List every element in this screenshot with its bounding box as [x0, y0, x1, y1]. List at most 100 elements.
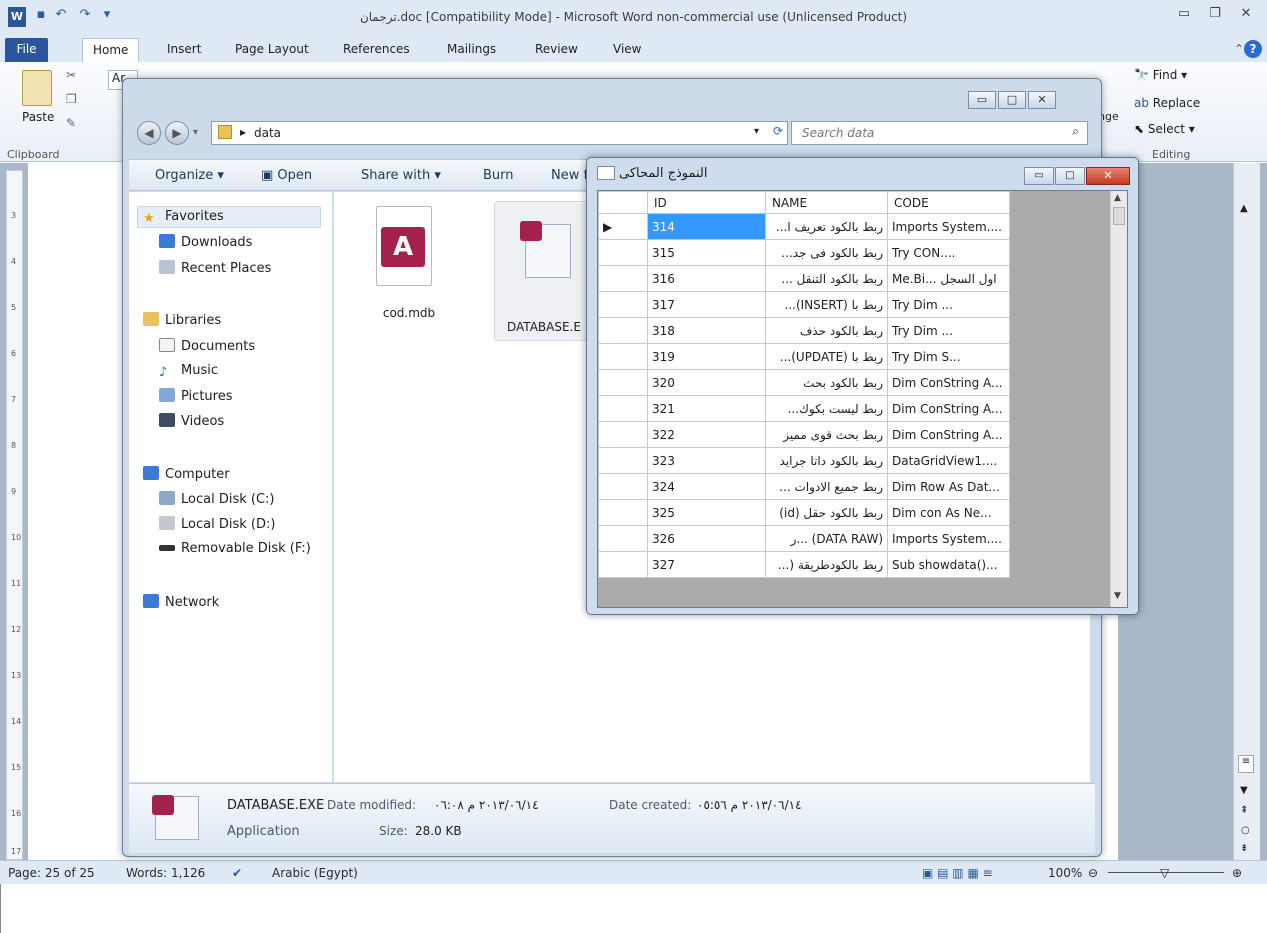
cell-code[interactable]: Imports System.... [887, 525, 1010, 552]
cell-name[interactable]: ربط بالكود التنقل ... [765, 265, 888, 292]
zoom-in-icon[interactable]: ⊕ [1232, 866, 1242, 880]
address-dropdown-icon[interactable]: ▾ [754, 126, 759, 137]
table-row[interactable]: 317 ربط با (INSERT)... Try Dim ... [598, 291, 1010, 318]
row-header[interactable] [598, 369, 648, 396]
grid-scrollbar[interactable]: ▲ ▼ [1110, 191, 1127, 607]
row-header[interactable] [598, 395, 648, 422]
replace-button[interactable]: ab Replace [1134, 96, 1200, 110]
cell-code[interactable]: Dim ConString A... [887, 369, 1010, 396]
cell-code[interactable]: Dim ConString A... [887, 395, 1010, 422]
nav-videos[interactable]: Videos [159, 413, 224, 429]
cell-code[interactable]: Sub showdata()... [887, 551, 1010, 578]
row-header[interactable] [598, 265, 648, 292]
data-grid[interactable]: ID NAME CODE ▶ 314 ربط بالكود تعريف ا... Im… [597, 190, 1128, 608]
new-folder-button[interactable]: New f [551, 168, 588, 183]
cell-code[interactable]: Dim Row As Dat... [887, 473, 1010, 500]
file-item-selected[interactable]: DATABASE.E [494, 201, 594, 341]
cell-code[interactable]: Me.Bi... اول السجل [887, 265, 1010, 292]
nav-libraries[interactable]: Libraries [143, 312, 221, 328]
nav-disk-c[interactable]: Local Disk (C:) [159, 491, 274, 507]
scroll-down-icon[interactable]: ▼ [1240, 785, 1248, 796]
cell-id[interactable]: 323 [647, 447, 766, 474]
organize-button[interactable]: Organize ▾ [155, 168, 224, 183]
paste-button[interactable]: Paste [22, 110, 54, 124]
zoom-level[interactable]: 100% [1048, 866, 1082, 880]
row-header-current-icon[interactable]: ▶ [598, 213, 648, 240]
table-row[interactable]: 324 ربط جميع الادوات ... Dim Row As Dat... [598, 473, 1010, 500]
cell-name[interactable]: ربط بالكود بحث [765, 369, 888, 396]
nav-documents[interactable]: Documents [159, 338, 255, 354]
cell-name[interactable]: ربط با (UPDATE)... [765, 343, 888, 370]
cell-id[interactable]: 326 [647, 525, 766, 552]
cell-name[interactable]: ربط با (INSERT)... [765, 291, 888, 318]
nav-pictures[interactable]: Pictures [159, 388, 232, 404]
next-page-icon[interactable]: ⇟ [1240, 843, 1248, 854]
cell-id[interactable]: 321 [647, 395, 766, 422]
row-header[interactable] [598, 551, 648, 578]
row-header[interactable] [598, 291, 648, 318]
grid-scroll-thumb[interactable] [1113, 207, 1125, 225]
table-row[interactable]: 325 ربط بالكود حقل (id) Dim con As Ne... [598, 499, 1010, 526]
table-row[interactable]: 319 ربط با (UPDATE)... Try Dim S... [598, 343, 1010, 370]
file-item[interactable]: A cod.mdb [364, 206, 440, 320]
table-row[interactable]: ▶ 314 ربط بالكود تعريف ا... Imports System.… [598, 213, 1010, 240]
tab-page-layout[interactable]: Page Layout [225, 38, 319, 62]
tab-file[interactable]: File [5, 38, 48, 62]
cell-name[interactable]: ربط جميع الادوات ... [765, 473, 888, 500]
burn-button[interactable]: Burn [483, 168, 514, 183]
page-count[interactable]: Page: 25 of 25 [8, 866, 95, 880]
zoom-out-icon[interactable]: ⊖ [1088, 866, 1098, 880]
nav-favorites[interactable]: ★ Favorites [143, 209, 224, 226]
word-count[interactable]: Words: 1,126 [126, 866, 205, 880]
row-header[interactable] [598, 473, 648, 500]
cell-code[interactable]: Dim con As Ne... [887, 499, 1010, 526]
breadcrumb[interactable]: data [254, 126, 281, 140]
cell-id[interactable]: 320 [647, 369, 766, 396]
nav-disk-f[interactable]: Removable Disk (F:) [159, 541, 311, 556]
table-row[interactable]: 318 ربط بالكود حذف Try Dim ... [598, 317, 1010, 344]
browse-object-icon[interactable]: ○ [1241, 825, 1250, 836]
nav-computer[interactable]: Computer [143, 466, 230, 482]
cell-code[interactable]: Try Dim ... [887, 291, 1010, 318]
row-header[interactable] [598, 525, 648, 552]
row-header[interactable] [598, 239, 648, 266]
tab-home[interactable]: Home [82, 38, 140, 62]
proofing-icon[interactable]: ✔ [232, 866, 242, 880]
nav-downloads[interactable]: Downloads [159, 234, 252, 250]
tab-references[interactable]: References [333, 38, 420, 62]
tab-mailings[interactable]: Mailings [437, 38, 506, 62]
row-header[interactable] [598, 421, 648, 448]
language-status[interactable]: Arabic (Egypt) [272, 866, 358, 880]
table-row[interactable]: 316 ربط بالكود التنقل ... Me.Bi... اول الس… [598, 265, 1010, 292]
search-icon[interactable]: ⌕ [1072, 124, 1079, 139]
cell-code[interactable]: Try CON.... [887, 239, 1010, 266]
table-row[interactable]: 326 (DATA RAW) ...ر Imports System.... [598, 525, 1010, 552]
cell-name[interactable]: ربط بالكود حذف [765, 317, 888, 344]
cell-code[interactable]: Try Dim ... [887, 317, 1010, 344]
search-input[interactable]: Search data ⌕ [791, 121, 1088, 145]
cell-name[interactable]: ربط بالكود تعريف ا... [765, 213, 888, 240]
cell-code[interactable]: Imports System.... [887, 213, 1010, 240]
cell-name[interactable]: ربط بالكود حقل (id) [765, 499, 888, 526]
cell-name[interactable]: ربط بالكود فى جد... [765, 239, 888, 266]
form-maximize-button[interactable]: □ [1055, 167, 1085, 185]
cell-id[interactable]: 327 [647, 551, 766, 578]
form-close-button[interactable]: ✕ [1086, 167, 1130, 185]
minimize-button[interactable]: ▭ [1172, 6, 1196, 26]
cell-id[interactable]: 319 [647, 343, 766, 370]
explorer-maximize-button[interactable]: □ [998, 91, 1026, 109]
nav-disk-d[interactable]: Local Disk (D:) [159, 516, 275, 532]
cell-id[interactable]: 316 [647, 265, 766, 292]
row-header[interactable] [598, 343, 648, 370]
table-row[interactable]: 320 ربط بالكود بحث Dim ConString A... [598, 369, 1010, 396]
grid-scroll-down-icon[interactable]: ▼ [1114, 591, 1121, 601]
tab-review[interactable]: Review [525, 38, 588, 62]
table-row[interactable]: 322 ربط بحث قوى مميز Dim ConString A... [598, 421, 1010, 448]
cut-icon[interactable]: ✂ [66, 68, 76, 82]
row-header[interactable] [598, 499, 648, 526]
column-header-id[interactable]: ID [647, 191, 766, 214]
paste-icon[interactable] [22, 70, 52, 106]
refresh-icon[interactable]: ⟳ [773, 124, 783, 138]
close-button[interactable]: ✕ [1234, 6, 1258, 26]
cell-code[interactable]: Try Dim S... [887, 343, 1010, 370]
